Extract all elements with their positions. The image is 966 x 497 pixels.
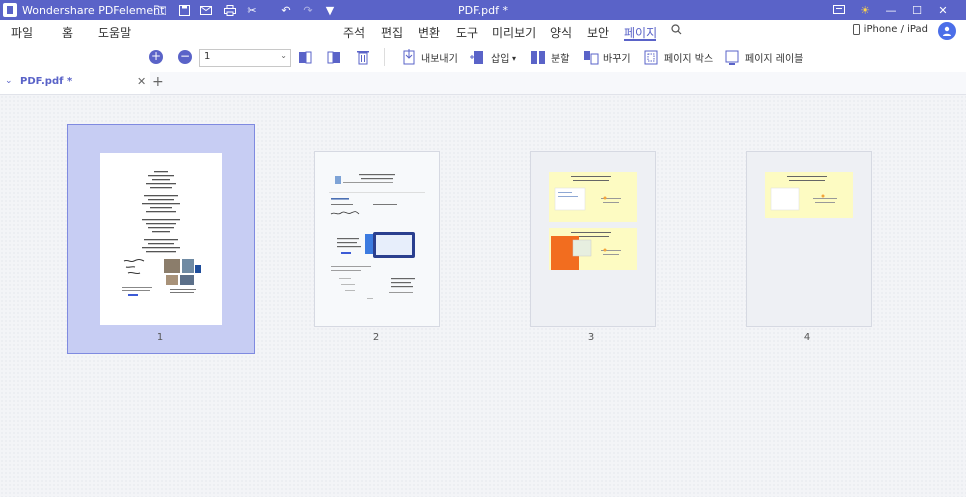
zoom-in-icon[interactable]: + — [149, 50, 163, 64]
customize-dropdown-icon[interactable]: ▼ — [321, 0, 339, 20]
close-tab-icon[interactable]: ✕ — [137, 75, 146, 88]
page-toolbar: + − 1 ⌄ 내보내기 삽입 ▾ 분할 바꾸기 페이지 박스 페이지 레이블 — [0, 42, 966, 72]
page-number-select[interactable]: 1 ⌄ — [199, 49, 291, 67]
replace-button[interactable]: 바꾸기 — [603, 50, 631, 65]
extract-button[interactable]: 내보내기 — [421, 50, 458, 65]
page-thumbnail-4[interactable] — [746, 151, 872, 327]
app-name: Wondershare PDFelement — [22, 3, 165, 17]
page-4-content-graphic — [765, 172, 853, 218]
user-icon — [943, 26, 951, 36]
page-thumbnail-1[interactable] — [67, 124, 255, 354]
menu-form[interactable]: 양식 — [550, 24, 572, 41]
cut-icon[interactable]: ✂ — [243, 0, 261, 20]
page-number-value: 1 — [204, 51, 211, 62]
app-logo-icon — [3, 3, 17, 17]
feedback-icon[interactable] — [826, 0, 852, 20]
undo-icon[interactable]: ↶ — [277, 0, 295, 20]
insert-button[interactable]: 삽입 — [491, 50, 509, 65]
page-thumbnail-3[interactable] — [530, 151, 656, 327]
device-label: iPhone / iPad — [863, 24, 928, 35]
page-thumbnail-2[interactable] — [314, 151, 440, 327]
page-label-button[interactable]: 페이지 레이블 — [745, 50, 803, 65]
menu-help[interactable]: 도움말 — [98, 24, 131, 41]
page-3-content-graphic — [549, 172, 637, 270]
page-1-preview — [100, 153, 222, 325]
menu-tools[interactable]: 도구 — [456, 24, 478, 41]
document-tab[interactable]: ⌄ PDF.pdf * ✕ — [0, 72, 150, 94]
device-link[interactable]: iPhone / iPad — [852, 24, 928, 35]
insert-dropdown-icon[interactable]: ▾ — [512, 54, 516, 63]
extract-icon[interactable] — [401, 48, 417, 66]
page-thumbnails-area: 1 2 3 4 — [0, 95, 966, 497]
menu-home[interactable]: 홈 — [62, 24, 73, 41]
rotate-right-icon[interactable] — [326, 48, 342, 66]
new-tab-icon[interactable]: + — [152, 74, 164, 90]
page-2-content-graphic — [315, 152, 439, 326]
chevron-down-icon: ⌄ — [280, 51, 287, 60]
menu-convert[interactable]: 변환 — [418, 24, 440, 41]
tab-name: PDF.pdf * — [20, 76, 73, 87]
page-box-icon[interactable] — [643, 48, 659, 66]
page-box-button[interactable]: 페이지 박스 — [664, 50, 713, 65]
menu-security[interactable]: 보안 — [587, 24, 609, 41]
menu-comment[interactable]: 주석 — [343, 24, 365, 41]
rotate-left-icon[interactable] — [297, 48, 313, 66]
document-tab-bar: ⌄ PDF.pdf * ✕ + — [0, 72, 966, 95]
page-1-content-graphic — [122, 171, 201, 296]
page-label-icon[interactable] — [724, 48, 740, 66]
tab-chevron-icon[interactable]: ⌄ — [5, 76, 13, 86]
replace-icon[interactable] — [583, 48, 599, 66]
split-button[interactable]: 분할 — [551, 50, 569, 65]
menu-preview[interactable]: 미리보기 — [492, 24, 536, 41]
toolbar-divider — [384, 48, 385, 66]
page-number-2: 2 — [372, 332, 380, 343]
print-icon[interactable] — [221, 0, 239, 20]
maximize-icon[interactable]: ☐ — [904, 0, 930, 20]
page-number-1: 1 — [156, 332, 164, 343]
minimize-icon[interactable]: — — [878, 0, 904, 20]
insert-icon[interactable] — [469, 48, 485, 66]
theme-icon[interactable]: ☀ — [852, 0, 878, 20]
menu-bar: 파일 홈 도움말 주석 편집 변환 도구 미리보기 양식 보안 페이지 iPho… — [0, 20, 966, 42]
title-bar: Wondershare PDFelement ✂ ↶ ↷ ▼ PDF.pdf *… — [0, 0, 966, 20]
search-icon[interactable] — [671, 24, 682, 38]
phone-icon — [852, 24, 860, 35]
page-number-3: 3 — [587, 332, 595, 343]
close-icon[interactable]: ✕ — [930, 0, 956, 20]
split-icon[interactable] — [530, 48, 546, 66]
page-number-4: 4 — [803, 332, 811, 343]
menu-file[interactable]: 파일 — [11, 24, 33, 41]
save-icon[interactable] — [175, 0, 193, 20]
delete-page-icon[interactable] — [355, 48, 371, 66]
menu-edit[interactable]: 편집 — [381, 24, 403, 41]
open-folder-icon[interactable] — [151, 0, 169, 20]
zoom-out-icon[interactable]: − — [178, 50, 192, 64]
email-icon[interactable] — [197, 0, 215, 20]
active-menu-indicator — [624, 39, 656, 41]
redo-icon[interactable]: ↷ — [299, 0, 317, 20]
user-avatar[interactable] — [938, 22, 956, 40]
